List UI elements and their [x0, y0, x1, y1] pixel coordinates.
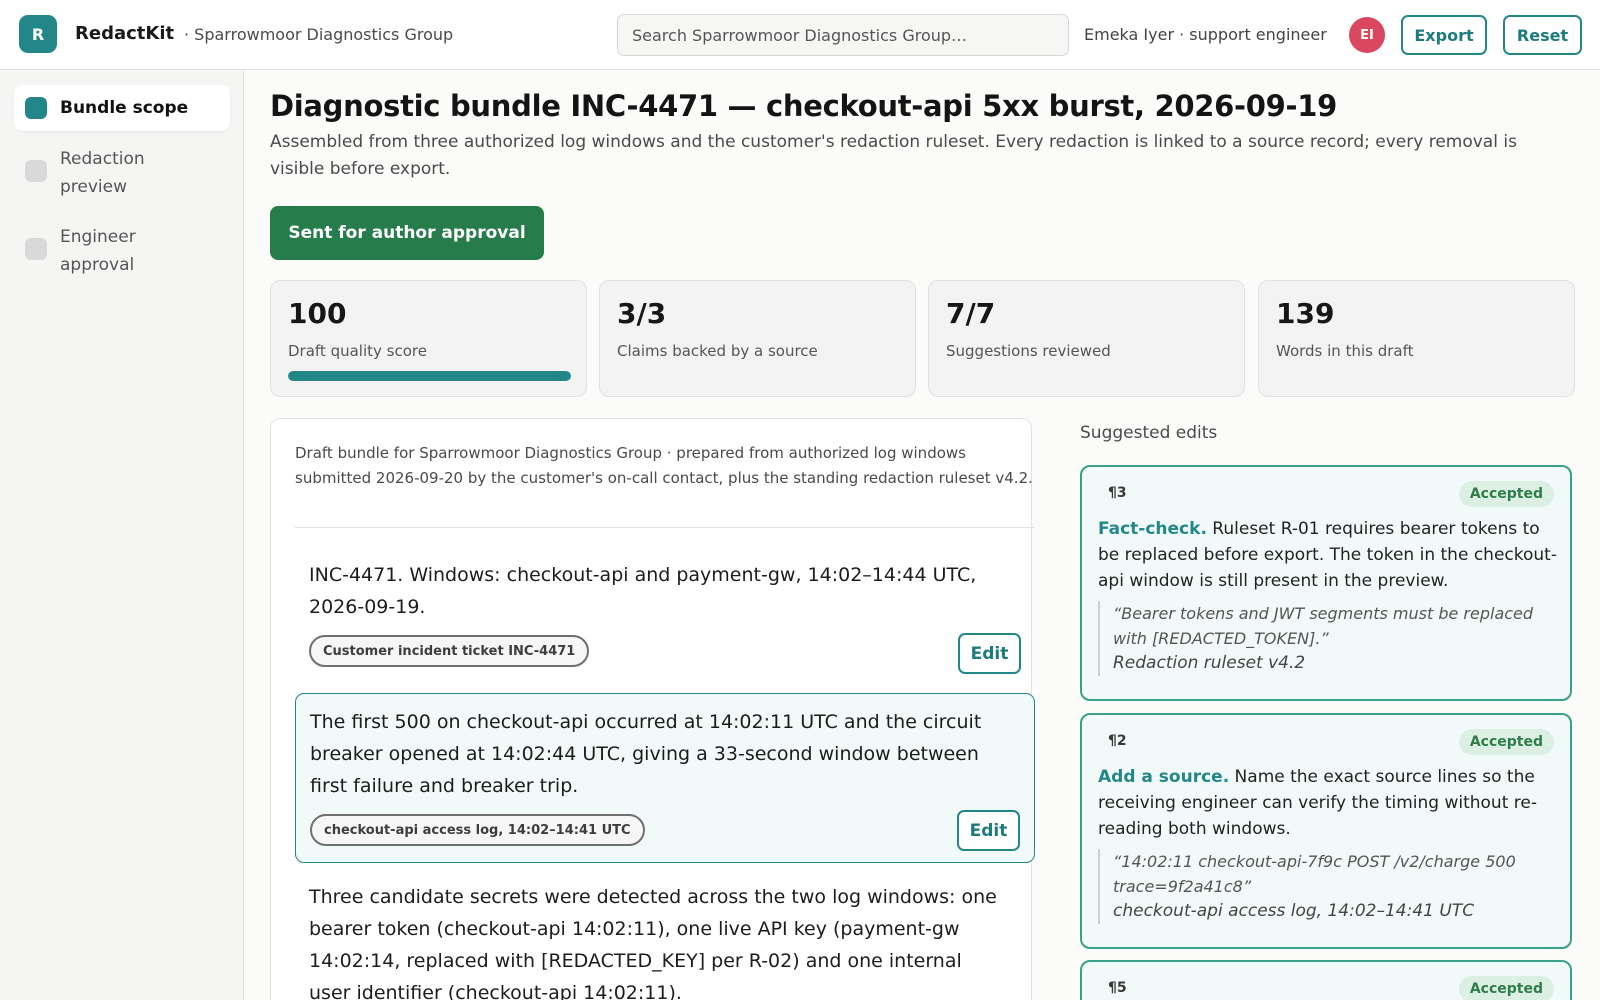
paragraph-ref: ¶2 — [1108, 733, 1127, 749]
quality-progress-fill — [288, 371, 571, 381]
source-chip[interactable]: Customer incident ticket INC-4471 — [309, 635, 590, 667]
stat-value: 139 — [1276, 297, 1335, 330]
stat-card-claims: 3/3 Claims backed by a source — [599, 280, 916, 397]
export-button[interactable]: Export — [1401, 15, 1487, 55]
draft-paragraph[interactable]: Three candidate secrets were detected ac… — [295, 869, 1035, 1000]
stat-caption: Claims backed by a source — [617, 342, 818, 360]
suggestion-body: Fact-check. Ruleset R-01 requires bearer… — [1098, 516, 1558, 594]
sidebar: Bundle scope Redaction preview Engineer … — [0, 70, 244, 1000]
org-name: · Sparrowmoor Diagnostics Group — [184, 25, 454, 44]
top-bar: R RedactKit · Sparrowmoor Diagnostics Gr… — [0, 0, 1600, 70]
edit-button[interactable]: Edit — [958, 633, 1021, 674]
status-badge: Accepted — [1458, 976, 1554, 1000]
paragraph-text: Three candidate secrets were detected ac… — [309, 886, 997, 1000]
stat-card-suggestions: 7/7 Suggestions reviewed — [928, 280, 1245, 397]
source-quote: “14:02:11 checkout-api-7f9c POST /v2/cha… — [1098, 849, 1558, 924]
page-title: Diagnostic bundle INC-4471 — checkout-ap… — [270, 89, 1337, 123]
stat-caption: Suggestions reviewed — [946, 342, 1111, 360]
draft-paragraph[interactable]: INC-4471. Windows: checkout-api and paym… — [295, 547, 1035, 685]
quote-source: Redaction ruleset v4.2 — [1113, 653, 1306, 673]
draft-intro: Draft bundle for Sparrowmoor Diagnostics… — [295, 444, 1033, 487]
step-indicator-icon — [25, 97, 47, 119]
divider — [295, 527, 1035, 528]
paragraph-ref: ¶5 — [1108, 980, 1127, 996]
status-badge: Accepted — [1458, 729, 1554, 755]
sidebar-item-label: Bundle scope — [60, 98, 189, 118]
quote-text: “14:02:11 checkout-api-7f9c POST /v2/cha… — [1113, 852, 1516, 896]
status-badge: Accepted — [1458, 481, 1554, 507]
stat-caption: Draft quality score — [288, 342, 427, 360]
draft-panel: Draft bundle for Sparrowmoor Diagnostics… — [270, 418, 1035, 1000]
app-name: RedactKit — [75, 23, 175, 44]
quality-progress-bar — [288, 371, 571, 381]
sidebar-item-redaction-preview[interactable]: Redaction preview — [14, 145, 230, 205]
suggested-edits-heading: Suggested edits — [1080, 423, 1218, 443]
page-subtitle: Assembled from three authorized log wind… — [270, 132, 1517, 179]
quote-text: “Bearer tokens and JWT segments must be … — [1113, 604, 1534, 648]
quote-source: checkout-api access log, 14:02–14:41 UTC — [1113, 901, 1475, 921]
app-logo: R — [19, 15, 57, 53]
paragraph-text: The first 500 on checkout-api occurred a… — [310, 711, 982, 797]
suggestion-kind: Add a source. — [1098, 767, 1230, 787]
step-indicator-icon — [25, 238, 47, 260]
reset-button[interactable]: Reset — [1503, 15, 1582, 55]
stat-caption: Words in this draft — [1276, 342, 1414, 360]
step-indicator-icon — [25, 160, 47, 182]
sidebar-item-label: Engineer approval — [60, 227, 136, 275]
suggestion-kind: Fact-check. — [1098, 519, 1207, 539]
draft-paragraph-selected[interactable]: The first 500 on checkout-api occurred a… — [295, 693, 1035, 863]
stat-value: 7/7 — [946, 297, 996, 330]
avatar[interactable]: EI — [1349, 17, 1385, 53]
sidebar-item-bundle-scope[interactable]: Bundle scope — [14, 85, 230, 131]
edit-button[interactable]: Edit — [957, 810, 1020, 851]
stat-value: 3/3 — [617, 297, 667, 330]
source-quote: “Bearer tokens and JWT segments must be … — [1098, 601, 1558, 676]
paragraph-ref: ¶3 — [1108, 485, 1127, 501]
suggestion-card[interactable]: ¶3 Accepted Fact-check. Ruleset R-01 req… — [1080, 465, 1572, 701]
suggestion-card[interactable]: ¶5 Accepted — [1080, 960, 1572, 1000]
stat-card-quality: 100 Draft quality score — [270, 280, 587, 397]
suggestion-body: Add a source. Name the exact source line… — [1098, 764, 1558, 842]
stat-value: 100 — [288, 297, 347, 330]
sidebar-item-label: Redaction preview — [60, 149, 145, 197]
source-chip[interactable]: checkout-api access log, 14:02–14:41 UTC — [310, 814, 645, 846]
paragraph-text: INC-4471. Windows: checkout-api and paym… — [309, 564, 977, 618]
user-label: Emeka Iyer · support engineer — [1084, 25, 1327, 44]
sent-for-approval-button[interactable]: Sent for author approval — [270, 206, 544, 260]
suggestion-card[interactable]: ¶2 Accepted Add a source. Name the exact… — [1080, 713, 1572, 949]
search-input[interactable] — [617, 14, 1069, 56]
sidebar-item-engineer-approval[interactable]: Engineer approval — [14, 223, 230, 283]
stat-card-words: 139 Words in this draft — [1258, 280, 1575, 397]
